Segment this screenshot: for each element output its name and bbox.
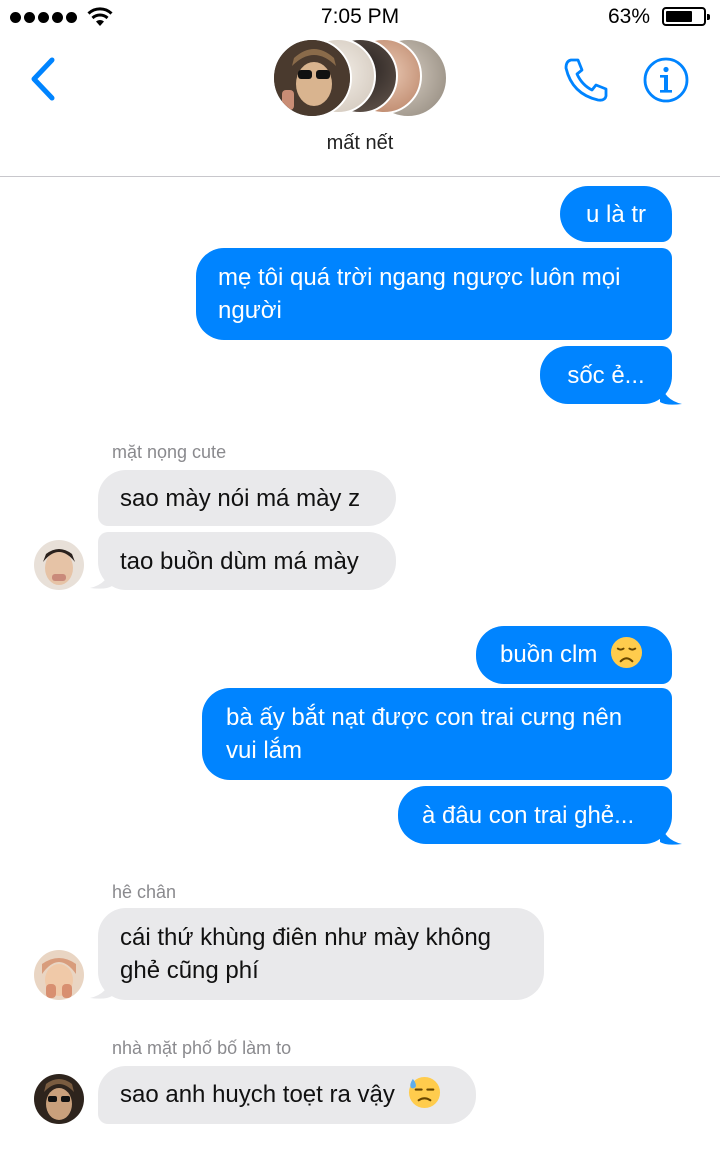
message-bubble-outgoing[interactable]: mẹ tôi quá trời ngang ngược luôn mọi ngư… <box>196 248 672 340</box>
bubble-tail <box>90 566 112 589</box>
back-chevron-icon[interactable] <box>26 54 66 104</box>
sender-avatar[interactable] <box>34 1074 84 1124</box>
message-text: mẹ tôi quá trời ngang ngược luôn mọi ngư… <box>218 264 621 324</box>
sender-avatar[interactable] <box>34 950 84 1000</box>
bubble-tail <box>660 822 682 845</box>
message-bubble-outgoing[interactable]: u là tr <box>560 186 672 242</box>
message-text: tao buồn dùm má mày <box>120 548 359 575</box>
message-bubble-outgoing[interactable]: à đâu con trai ghẻ... <box>398 786 672 844</box>
info-icon[interactable] <box>642 56 690 104</box>
downcast-sweat-face-icon <box>408 1077 440 1109</box>
phone-call-icon[interactable] <box>560 54 612 106</box>
sender-name: nhà mặt phố bố làm to <box>112 1038 292 1058</box>
battery-percent: 63% <box>607 5 650 28</box>
group-avatar-stack[interactable] <box>272 38 452 118</box>
member-avatar <box>272 38 352 118</box>
message-text: à đâu con trai ghẻ... <box>422 802 635 829</box>
sender-name: hê chân <box>112 882 177 902</box>
message-text: sốc ẻ... <box>567 362 645 389</box>
message-bubble-incoming[interactable]: sao anh huỵch toẹt ra vậy <box>98 1066 476 1124</box>
message-text: bà ấy bắt nạt được con trai cưng nên vui… <box>226 704 623 764</box>
message-text: buồn clm <box>500 641 598 668</box>
bubble-tail <box>660 382 682 405</box>
message-text: sao anh huỵch toẹt ra vậy <box>120 1081 395 1108</box>
conversation-header: mất nết <box>0 34 720 177</box>
battery-icon <box>662 7 710 26</box>
message-text: cái thứ khùng điên như mày không ghẻ cũn… <box>120 924 492 984</box>
message-bubble-outgoing[interactable]: bà ấy bắt nạt được con trai cưng nên vui… <box>202 688 672 780</box>
message-bubble-outgoing[interactable]: buồn clm <box>476 626 672 684</box>
sender-name: mặt nọng cute <box>112 442 227 462</box>
message-bubble-incoming[interactable]: cái thứ khùng điên như mày không ghẻ cũn… <box>98 908 544 1000</box>
bubble-tail <box>90 976 112 999</box>
message-bubble-outgoing[interactable]: sốc ẻ... <box>540 346 672 404</box>
status-bar: 7:05 PM 63% <box>0 0 720 34</box>
message-text: sao mày nói má mày z <box>120 485 361 512</box>
disappointed-face-icon <box>611 637 643 669</box>
sender-avatar[interactable] <box>34 540 84 590</box>
message-bubble-incoming[interactable]: sao mày nói má mày z <box>98 470 396 526</box>
message-text: u là tr <box>585 201 647 228</box>
group-name[interactable]: mất nết <box>0 132 720 155</box>
message-bubble-incoming[interactable]: tao buồn dùm má mày <box>98 532 396 590</box>
